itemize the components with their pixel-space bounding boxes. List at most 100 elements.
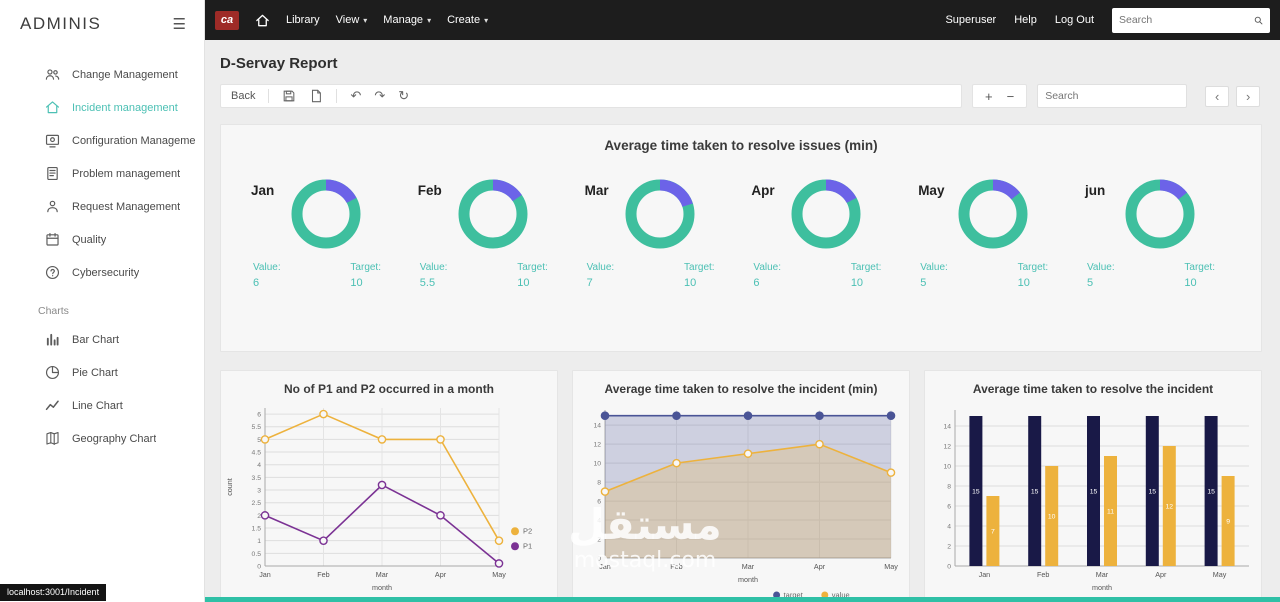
sidebar-item-problem-management[interactable]: Problem management (0, 157, 204, 190)
svg-text:May: May (492, 570, 506, 579)
svg-text:month: month (1092, 583, 1112, 592)
target-number: 10 (850, 277, 864, 289)
refresh-icon[interactable]: ↻ (398, 88, 409, 104)
horizontal-scrollbar[interactable] (205, 597, 1280, 602)
status-bar-url: localhost:3001/Incident (0, 584, 107, 601)
svg-text:0: 0 (947, 564, 951, 571)
svg-text:6: 6 (257, 412, 261, 419)
donut-month-label: jun (1084, 183, 1106, 198)
value-label: Value: (253, 262, 281, 273)
sidebar-item-pie-chart[interactable]: Pie Chart (0, 356, 204, 389)
navbar-search (1112, 7, 1270, 33)
value-number: 5.5 (419, 277, 436, 289)
chevron-down-icon: ▾ (484, 15, 489, 25)
line-chart-icon (45, 400, 59, 411)
svg-text:6: 6 (947, 504, 951, 511)
undo-icon[interactable]: ↶ (350, 88, 361, 104)
next-page-button[interactable]: › (1236, 85, 1261, 107)
svg-text:10: 10 (943, 464, 951, 471)
donut-chart (458, 179, 528, 249)
chart-title: No of P1 and P2 occurred in a month (283, 382, 495, 396)
hamburger-menu-icon[interactable]: ☰ (173, 15, 186, 33)
prev-page-button[interactable]: ‹ (1205, 85, 1230, 107)
donut-row: Jan Value: 6 Target: 10 Feb Value: 5.5 Targ… (221, 175, 1261, 289)
value-label: Value: (419, 262, 448, 273)
sidebar-item-request-management[interactable]: Request Management (0, 190, 204, 223)
home-button[interactable] (255, 13, 270, 28)
report-search-input[interactable] (1045, 90, 1181, 102)
value-label: Value: (920, 262, 948, 273)
donut-month-label: May (918, 183, 945, 198)
target-number: 10 (1184, 277, 1197, 289)
svg-text:11: 11 (1107, 509, 1114, 516)
svg-text:4.5: 4.5 (252, 450, 262, 457)
zoom-in-button[interactable]: + (985, 89, 993, 104)
svg-text:10: 10 (1048, 514, 1056, 521)
sidebar-item-bar-chart[interactable]: Bar Chart (0, 323, 204, 356)
users-icon (45, 69, 60, 80)
svg-text:0.5: 0.5 (252, 551, 262, 558)
p1-p2-line-chart: 00.511.522.533.544.555.56Jan Feb Mar Apr May… (225, 408, 532, 592)
redo-icon[interactable]: ↷ (374, 88, 385, 104)
nav-item-help[interactable]: Help (1014, 14, 1037, 26)
svg-text:15: 15 (972, 489, 980, 496)
sidebar-item-line-chart[interactable]: Line Chart (0, 389, 204, 422)
sidebar-nav: Change Management Incident management Co… (0, 58, 204, 455)
sidebar-item-geography-chart[interactable]: Geography Chart (0, 422, 204, 455)
value-number: 7 (586, 277, 593, 289)
ca-logo[interactable]: ca (215, 10, 239, 30)
value-number: 6 (253, 277, 260, 289)
nav-item-create[interactable]: Create ▾ (447, 14, 488, 26)
app-title: ADMINIS (20, 14, 102, 33)
sidebar-item-label: Problem management (72, 167, 181, 180)
donut-mar: Mar Value: 7 Target: 10 (583, 175, 733, 289)
nav-item-superuser[interactable]: Superuser (945, 14, 996, 26)
svg-text:month: month (738, 575, 758, 584)
p1-p2-line-chart-card: No of P1 and P2 occurred in a month 0 0.5… (220, 370, 558, 602)
target-number: 10 (350, 277, 363, 289)
nav-item-library[interactable]: Library (286, 14, 320, 26)
back-button[interactable]: Back (231, 90, 255, 102)
map-icon (46, 431, 59, 446)
donut-month-label: Apr (751, 183, 775, 198)
nav-item-view[interactable]: View ▾ (336, 14, 368, 26)
sidebar-item-label: Cybersecurity (72, 266, 140, 279)
svg-text:P2: P2 (523, 527, 532, 536)
svg-text:12: 12 (1166, 504, 1174, 511)
value-label: Value: (753, 262, 782, 273)
svg-text:4: 4 (597, 518, 601, 525)
sidebar-item-quality[interactable]: Quality (0, 223, 204, 256)
sidebar-item-configuration-management[interactable]: Configuration Manageme (0, 124, 204, 157)
save-icon[interactable] (282, 89, 296, 103)
navbar-search-input[interactable] (1119, 14, 1254, 26)
svg-text:14: 14 (943, 424, 951, 431)
pagination-controls: ‹ › (1205, 85, 1261, 107)
svg-text:1: 1 (257, 538, 261, 545)
svg-text:8: 8 (947, 484, 951, 491)
donut-chart (1125, 179, 1195, 249)
sidebar-item-change-management[interactable]: Change Management (0, 58, 204, 91)
resolve-time-bar-chart-card: Average time taken to resolve the incide… (924, 370, 1262, 602)
zoom-out-button[interactable]: − (1007, 89, 1015, 104)
toolbar-divider (268, 89, 270, 103)
gauges-card-title: Average time taken to resolve issues (mi… (604, 138, 878, 153)
sidebar-item-label: Pie Chart (72, 366, 118, 379)
nav-item-logout[interactable]: Log Out (1055, 14, 1094, 26)
nav-item-manage[interactable]: Manage ▾ (383, 14, 431, 26)
search-icon[interactable] (1254, 14, 1263, 27)
value-number: 5 (920, 277, 927, 289)
sidebar-item-label: Bar Chart (72, 333, 120, 346)
svg-text:6: 6 (597, 499, 601, 506)
top-navbar: ca Library View ▾ Manage ▾ Create ▾ Superus… (205, 0, 1280, 40)
svg-text:Jan: Jan (599, 562, 611, 571)
svg-text:Mar: Mar (1096, 570, 1109, 579)
svg-text:3: 3 (257, 488, 261, 495)
svg-text:count: count (225, 478, 234, 496)
resolve-time-area-chart-card: Average time taken to resolve the incide… (572, 370, 910, 602)
donut-month-label: Jan (251, 183, 275, 198)
sidebar-item-cybersecurity[interactable]: Cybersecurity (0, 256, 204, 289)
export-file-icon[interactable] (309, 89, 323, 103)
sidebar-item-incident-management[interactable]: Incident management (0, 91, 204, 124)
document-lines-icon (47, 166, 58, 181)
svg-text:Apr: Apr (1155, 570, 1167, 579)
